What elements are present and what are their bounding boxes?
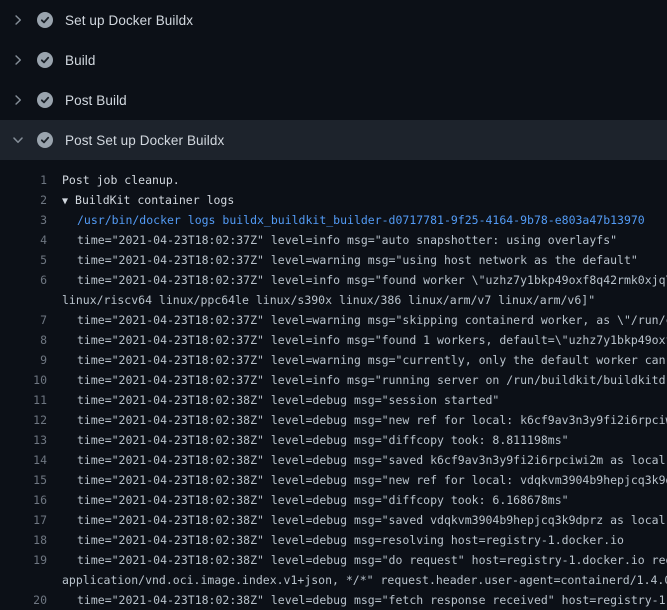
log-text: time="2021-04-23T18:02:37Z" level=warnin… [62,250,667,270]
log-line: 2 ▼BuildKit container logs [0,190,667,210]
log-line: 12 time="2021-04-23T18:02:38Z" level=deb… [0,410,667,430]
line-number[interactable]: 20 [0,590,47,610]
line-number[interactable]: 13 [0,430,47,450]
chevron-right-icon [11,53,25,67]
steps-list: Set up Docker Buildx Build Post Buil [0,0,667,160]
log-line: 9 time="2021-04-23T18:02:37Z" level=warn… [0,350,667,370]
line-number [0,290,47,310]
log-line: application/vnd.oci.image.index.v1+json,… [0,570,667,590]
line-number[interactable]: 16 [0,490,47,510]
step-title: Set up Docker Buildx [65,13,193,28]
step-title: Post Set up Docker Buildx [65,133,224,148]
line-number[interactable]: 5 [0,250,47,270]
log-text: time="2021-04-23T18:02:38Z" level=debug … [62,430,667,450]
step-title: Post Build [65,93,127,108]
log-line: 18 time="2021-04-23T18:02:38Z" level=deb… [0,530,667,550]
log-line: 6 time="2021-04-23T18:02:37Z" level=info… [0,270,667,290]
chevron-right-icon [11,13,25,27]
check-circle-icon [37,52,53,68]
log-line: 14 time="2021-04-23T18:02:38Z" level=deb… [0,450,667,470]
log-text: time="2021-04-23T18:02:37Z" level=info m… [62,230,667,250]
line-number[interactable]: 11 [0,390,47,410]
log-line: 3 /usr/bin/docker logs buildx_buildkit_b… [0,210,667,230]
log-line: 13 time="2021-04-23T18:02:38Z" level=deb… [0,430,667,450]
log-line: 19 time="2021-04-23T18:02:38Z" level=deb… [0,550,667,570]
line-number[interactable]: 7 [0,310,47,330]
log-text: time="2021-04-23T18:02:38Z" level=debug … [62,450,667,470]
line-number[interactable]: 19 [0,550,47,570]
group-toggle-icon[interactable]: ▼ [62,196,68,207]
log-line: 20 time="2021-04-23T18:02:38Z" level=deb… [0,590,667,610]
line-number [0,570,47,590]
log-text: time="2021-04-23T18:02:38Z" level=debug … [62,390,667,410]
log-text: time="2021-04-23T18:02:37Z" level=warnin… [62,350,667,370]
line-number[interactable]: 3 [0,210,47,230]
log-area[interactable]: 1 Post job cleanup. 2 ▼BuildKit containe… [0,160,667,610]
log-text: linux/riscv64 linux/ppc64le linux/s390x … [62,290,667,310]
line-number[interactable]: 2 [0,190,47,210]
log-line: 7 time="2021-04-23T18:02:37Z" level=warn… [0,310,667,330]
log-text: application/vnd.oci.image.index.v1+json,… [62,570,667,590]
log-line: 1 Post job cleanup. [0,170,667,190]
log-text: time="2021-04-23T18:02:38Z" level=debug … [62,530,667,550]
log-line: 15 time="2021-04-23T18:02:38Z" level=deb… [0,470,667,490]
log-text: /usr/bin/docker logs buildx_buildkit_bui… [62,210,667,230]
log-line: 17 time="2021-04-23T18:02:38Z" level=deb… [0,510,667,530]
line-number[interactable]: 10 [0,370,47,390]
line-number[interactable]: 1 [0,170,47,190]
log-line: 4 time="2021-04-23T18:02:37Z" level=info… [0,230,667,250]
log-text: time="2021-04-23T18:02:38Z" level=debug … [62,410,667,430]
step-section-post-set-up-docker-buildx[interactable]: Post Set up Docker Buildx [0,120,667,160]
log-text: Post job cleanup. [62,170,667,190]
log-text: time="2021-04-23T18:02:38Z" level=debug … [62,470,667,490]
log-text: time="2021-04-23T18:02:37Z" level=info m… [62,330,667,350]
check-circle-icon [37,92,53,108]
step-section-post-build[interactable]: Post Build [0,80,667,120]
step-title: Build [65,53,96,68]
line-number[interactable]: 9 [0,350,47,370]
log-line: linux/riscv64 linux/ppc64le linux/s390x … [0,290,667,310]
line-number[interactable]: 12 [0,410,47,430]
line-number[interactable]: 15 [0,470,47,490]
log-text: time="2021-04-23T18:02:37Z" level=info m… [62,370,667,390]
log-text: time="2021-04-23T18:02:38Z" level=debug … [62,510,667,530]
line-number[interactable]: 14 [0,450,47,470]
line-number[interactable]: 6 [0,270,47,290]
chevron-right-icon [11,93,25,107]
line-number[interactable]: 18 [0,530,47,550]
log-text: time="2021-04-23T18:02:37Z" level=warnin… [62,310,667,330]
line-number[interactable]: 17 [0,510,47,530]
check-circle-icon [37,132,53,148]
line-number[interactable]: 8 [0,330,47,350]
step-section-set-up-docker-buildx[interactable]: Set up Docker Buildx [0,0,667,40]
line-number[interactable]: 4 [0,230,47,250]
log-line: 8 time="2021-04-23T18:02:37Z" level=info… [0,330,667,350]
log-line: 5 time="2021-04-23T18:02:37Z" level=warn… [0,250,667,270]
log-text: time="2021-04-23T18:02:38Z" level=debug … [62,590,667,610]
log-line: 16 time="2021-04-23T18:02:38Z" level=deb… [0,490,667,510]
log-text: time="2021-04-23T18:02:37Z" level=info m… [62,270,667,290]
log-line: 10 time="2021-04-23T18:02:37Z" level=inf… [0,370,667,390]
log-text: ▼BuildKit container logs [62,190,667,210]
log-text: time="2021-04-23T18:02:38Z" level=debug … [62,550,667,570]
log-text: time="2021-04-23T18:02:38Z" level=debug … [62,490,667,510]
check-circle-icon [37,12,53,28]
log-line: 11 time="2021-04-23T18:02:38Z" level=deb… [0,390,667,410]
chevron-down-icon [11,133,25,147]
step-section-build[interactable]: Build [0,40,667,80]
